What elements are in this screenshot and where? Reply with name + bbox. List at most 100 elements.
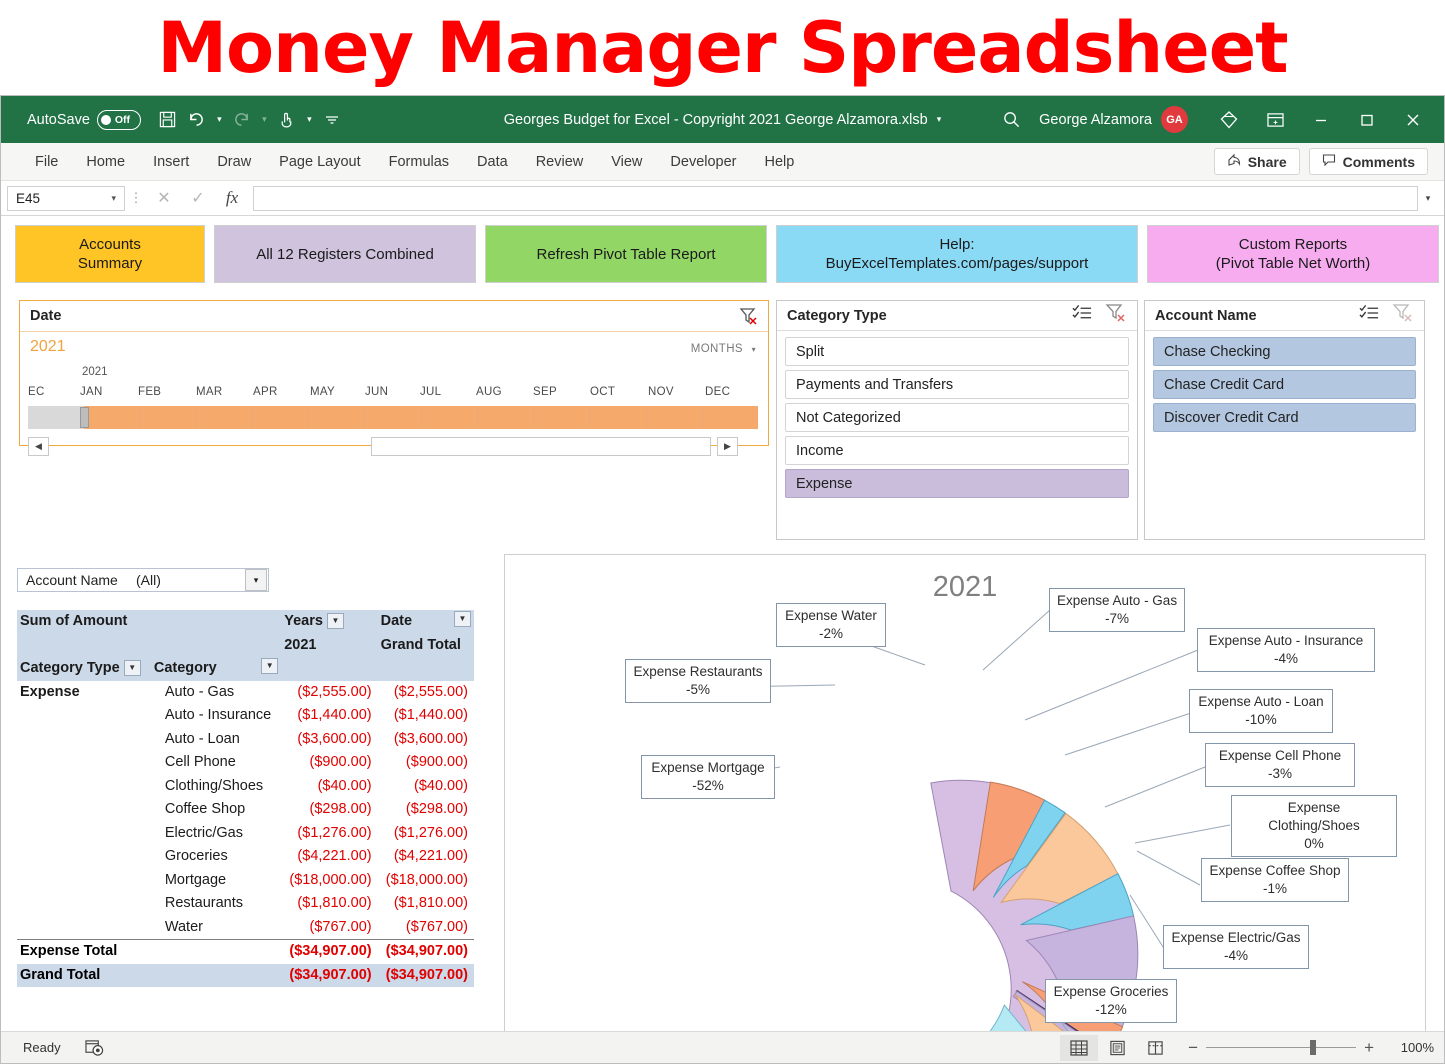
name-box-dropdown-icon[interactable]: ▾	[111, 193, 116, 204]
tab-data[interactable]: Data	[463, 143, 522, 181]
callout-expense-mortgage[interactable]: Expense Mortgage -52%	[641, 755, 775, 799]
callout-expense-auto-gas[interactable]: Expense Auto - Gas -7%	[1049, 588, 1185, 632]
avatar[interactable]: GA	[1161, 106, 1188, 133]
autosave-control[interactable]: AutoSave Off	[27, 109, 141, 130]
callout-expense-restaurants[interactable]: Expense Restaurants -5%	[625, 659, 771, 703]
timeline-selection[interactable]	[84, 406, 758, 429]
table-row[interactable]: Restaurants ($1,810.00) ($1,810.00)	[17, 892, 474, 916]
slicer-item-payments-and-transfers[interactable]: Payments and Transfers	[785, 370, 1129, 399]
formula-bar-expand-icon[interactable]: ▾	[1418, 186, 1438, 211]
timeline-left-handle[interactable]	[80, 407, 89, 428]
formula-input[interactable]	[253, 185, 1418, 211]
tab-view[interactable]: View	[597, 143, 656, 181]
timeline-track[interactable]	[28, 406, 758, 429]
table-row[interactable]: Expense Auto - Gas ($2,555.00) ($2,555.0…	[17, 681, 474, 705]
worksheet-canvas[interactable]: Accounts Summary All 12 Registers Combin…	[1, 216, 1444, 1031]
tab-formulas[interactable]: Formulas	[375, 143, 463, 181]
accounts-summary-button[interactable]: Accounts Summary	[15, 225, 205, 283]
cancel-icon[interactable]: ✕	[147, 186, 181, 211]
tab-developer[interactable]: Developer	[656, 143, 750, 181]
document-title-dropdown-icon[interactable]: ▾	[937, 114, 942, 125]
callout-expense-auto-loan[interactable]: Expense Auto - Loan -10%	[1189, 689, 1333, 733]
date-timeline-slicer[interactable]: Date 2021 MONTHS ▾ 2021 EC JAN FEB MAR A…	[19, 300, 769, 456]
page-layout-view-icon[interactable]	[1098, 1035, 1136, 1061]
callout-expense-water[interactable]: Expense Water -2%	[776, 603, 886, 647]
custom-reports-button[interactable]: Custom Reports (Pivot Table Net Worth)	[1147, 225, 1439, 283]
slicer-item-chase-credit-card[interactable]: Chase Credit Card	[1153, 370, 1416, 399]
redo-icon[interactable]	[229, 107, 255, 133]
multiselect-icon[interactable]	[1072, 304, 1093, 327]
table-row[interactable]: Electric/Gas ($1,276.00) ($1,276.00)	[17, 822, 474, 846]
insert-function-icon[interactable]: fx	[215, 186, 249, 211]
timeline-scroll-left-icon[interactable]: ◀	[28, 436, 49, 456]
slicer-item-chase-checking[interactable]: Chase Checking	[1153, 337, 1416, 366]
comments-button[interactable]: Comments	[1308, 148, 1428, 175]
share-button[interactable]: Share	[1213, 148, 1300, 175]
callout-expense-groceries[interactable]: Expense Groceries -12%	[1045, 979, 1177, 1023]
timeline-level-selector[interactable]: MONTHS ▾	[691, 343, 756, 355]
save-icon[interactable]	[155, 107, 181, 133]
refresh-pivot-button[interactable]: Refresh Pivot Table Report	[485, 225, 767, 283]
table-row[interactable]: Clothing/Shoes ($40.00) ($40.00)	[17, 775, 474, 799]
tab-help[interactable]: Help	[751, 143, 809, 181]
table-row[interactable]: Mortgage ($18,000.00) ($18,000.00)	[17, 869, 474, 893]
name-box[interactable]: E45 ▾	[7, 185, 125, 211]
table-row[interactable]: Cell Phone ($900.00) ($900.00)	[17, 751, 474, 775]
record-macro-icon[interactable]	[84, 1039, 104, 1057]
undo-dropdown-icon[interactable]: ▾	[213, 107, 226, 133]
slicer-item-not-categorized[interactable]: Not Categorized	[785, 403, 1129, 432]
redo-dropdown-icon[interactable]: ▾	[258, 107, 271, 133]
touch-dropdown-icon[interactable]: ▾	[303, 107, 316, 133]
pivot-report-filter[interactable]: Account Name (All) ▾	[17, 568, 269, 592]
customize-qat-icon[interactable]	[319, 107, 345, 133]
all-registers-button[interactable]: All 12 Registers Combined	[214, 225, 476, 283]
table-row[interactable]: Auto - Insurance ($1,440.00) ($1,440.00)	[17, 704, 474, 728]
multiselect-icon[interactable]	[1359, 304, 1380, 327]
slicer-item-discover-credit-card[interactable]: Discover Credit Card	[1153, 403, 1416, 432]
close-button[interactable]	[1390, 103, 1436, 137]
tab-page-layout[interactable]: Page Layout	[265, 143, 374, 181]
callout-expense-coffee-shop[interactable]: Expense Coffee Shop -1%	[1201, 858, 1349, 902]
zoom-slider-thumb[interactable]	[1310, 1040, 1317, 1055]
table-row[interactable]: Auto - Loan ($3,600.00) ($3,600.00)	[17, 728, 474, 752]
timeline-scroll-thumb[interactable]	[371, 436, 711, 456]
minimize-button[interactable]	[1298, 103, 1344, 137]
zoom-level[interactable]: 100%	[1384, 1040, 1434, 1055]
slicer-item-split[interactable]: Split	[785, 337, 1129, 366]
ribbon-display-options-icon[interactable]	[1252, 103, 1298, 137]
timeline-level-dropdown-icon[interactable]: ▾	[752, 345, 756, 354]
search-icon[interactable]	[989, 104, 1033, 136]
clear-filter-icon[interactable]	[737, 305, 759, 332]
zoom-in-icon[interactable]: +	[1364, 1038, 1374, 1058]
undo-icon[interactable]	[184, 107, 210, 133]
normal-view-icon[interactable]	[1060, 1034, 1099, 1061]
category-type-filter-icon[interactable]: ▼	[123, 660, 141, 677]
table-row[interactable]: Water ($767.00) ($767.00)	[17, 916, 474, 940]
slicer-category-type[interactable]: Category Type Split Payments and Transfe…	[776, 300, 1138, 540]
formula-bar-grip[interactable]: ⋮	[125, 190, 147, 206]
slicer-account-name[interactable]: Account Name Chase Checking Chase Credit…	[1144, 300, 1425, 540]
tab-review[interactable]: Review	[522, 143, 598, 181]
pivot-chart[interactable]: 2021 Expense Water -2% Expense Restauran…	[504, 554, 1426, 1031]
callout-expense-electric-gas[interactable]: Expense Electric/Gas -4%	[1163, 925, 1309, 969]
zoom-control[interactable]: − +	[1188, 1038, 1374, 1058]
zoom-out-icon[interactable]: −	[1188, 1038, 1198, 1058]
timeline-body[interactable]: 2021 MONTHS ▾ 2021 EC JAN FEB MAR APR MA…	[20, 332, 768, 456]
diamond-icon[interactable]	[1206, 103, 1252, 137]
clear-filter-icon[interactable]	[1392, 303, 1414, 328]
timeline-scroll-right-icon[interactable]: ▶	[717, 436, 738, 456]
clear-filter-icon[interactable]	[1105, 303, 1127, 328]
callout-expense-auto-insurance[interactable]: Expense Auto - Insurance -4%	[1197, 628, 1375, 672]
timeline-scrollbar[interactable]: ◀ ▶	[28, 436, 758, 456]
user-name[interactable]: George Alzamora	[1039, 112, 1152, 128]
help-button[interactable]: Help: BuyExcelTemplates.com/pages/suppor…	[776, 225, 1138, 283]
slicer-item-expense[interactable]: Expense	[785, 469, 1129, 498]
callout-expense-cell-phone[interactable]: Expense Cell Phone -3%	[1205, 743, 1355, 787]
slicer-item-income[interactable]: Income	[785, 436, 1129, 465]
table-row[interactable]: Groceries ($4,221.00) ($4,221.00)	[17, 845, 474, 869]
category-filter-icon[interactable]: ▼	[261, 658, 279, 674]
tab-home[interactable]: Home	[72, 143, 139, 181]
maximize-button[interactable]	[1344, 103, 1390, 137]
zoom-slider[interactable]	[1206, 1040, 1357, 1055]
touch-mode-icon[interactable]	[274, 107, 300, 133]
